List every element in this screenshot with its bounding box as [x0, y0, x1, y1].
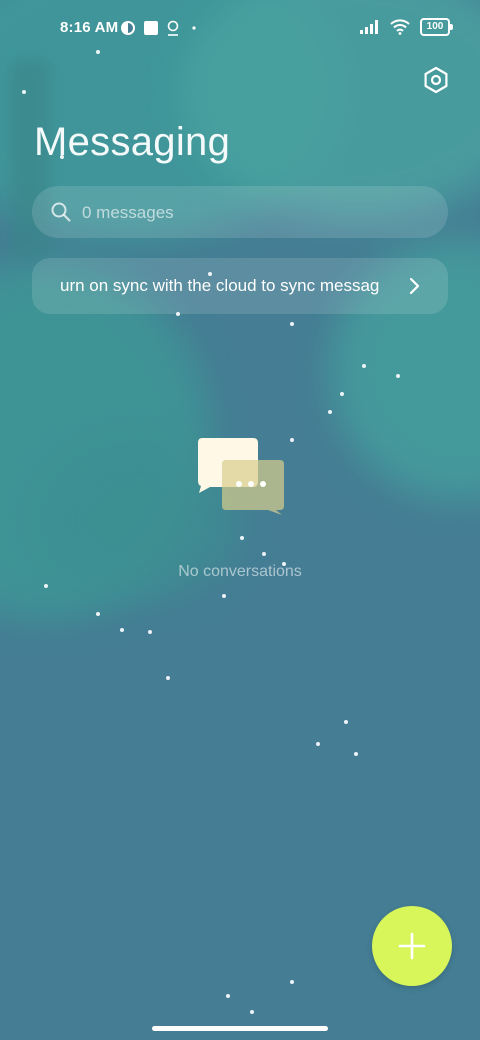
search-input[interactable]: 0 messages: [32, 186, 448, 238]
app-notification-icon: [121, 21, 135, 35]
dot-icon: [192, 26, 196, 30]
status-time: 8:16 AM: [60, 19, 119, 36]
location-icon: [167, 20, 179, 36]
sync-banner[interactable]: urn on sync with the cloud to sync messa…: [32, 258, 448, 314]
empty-state-text: No conversations: [178, 563, 302, 580]
signal-icon: [360, 20, 378, 34]
search-placeholder: 0 messages: [82, 203, 174, 222]
chevron-right-icon: [409, 277, 420, 295]
home-indicator[interactable]: [152, 1026, 328, 1031]
chat-bubbles-icon: [198, 438, 284, 515]
settings-button[interactable]: [420, 64, 452, 96]
search-icon: [51, 202, 71, 222]
wifi-icon: [390, 19, 410, 35]
status-bar: 8:16 AM 100: [0, 0, 480, 56]
sync-banner-text: urn on sync with the cloud to sync messa…: [60, 276, 380, 295]
settings-hexagon-icon: [424, 66, 448, 94]
plus-icon: [398, 932, 426, 960]
page-title: Messaging: [34, 120, 231, 164]
square-notification-icon: [144, 21, 158, 35]
new-message-button[interactable]: [372, 906, 452, 986]
battery-icon: 100: [420, 18, 453, 36]
